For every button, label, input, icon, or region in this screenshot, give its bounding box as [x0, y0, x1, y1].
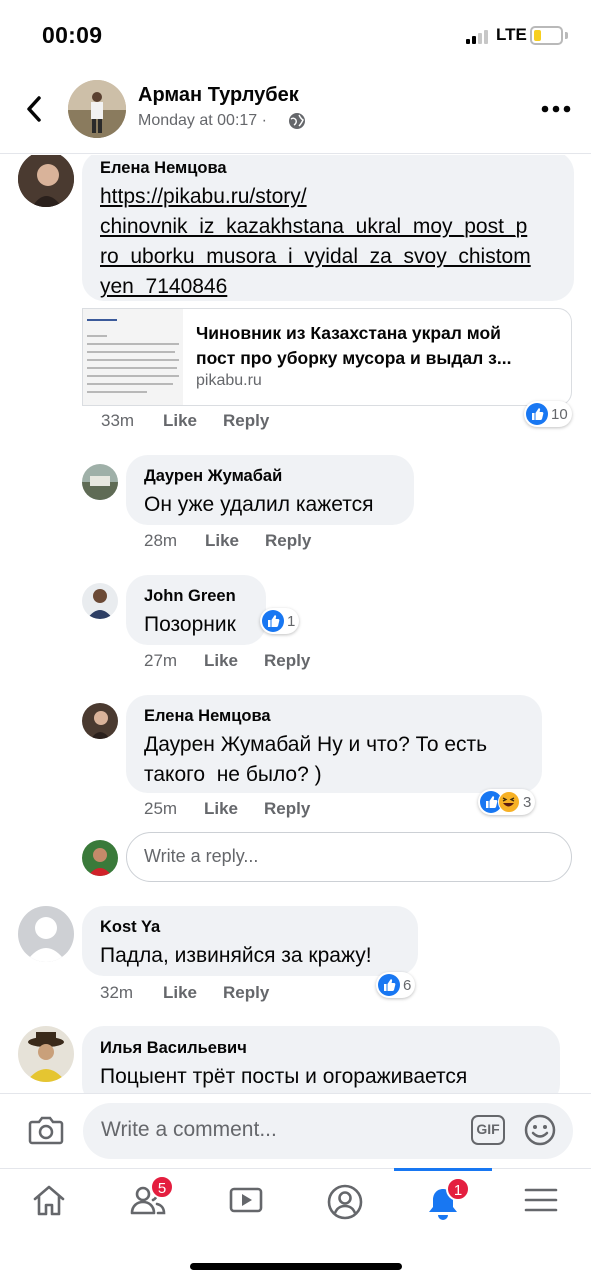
battery-icon [530, 26, 563, 45]
like-reaction-icon [378, 974, 400, 996]
comment-author[interactable]: John Green [144, 587, 236, 606]
comment-author[interactable]: Kost Ya [100, 918, 160, 937]
comments-feed[interactable]: Елена Немцова https://pikabu.ru/story/ c… [0, 155, 591, 1093]
gif-icon[interactable]: GIF [471, 1115, 505, 1145]
reaction-count: 3 [523, 793, 532, 811]
reaction-count: 6 [403, 976, 412, 994]
link-line[interactable]: ro_uborku_musora_i_vyidal_za_svoy_chisto… [100, 242, 531, 272]
my-avatar [82, 840, 118, 876]
reply-button[interactable]: Reply [223, 983, 269, 1003]
link-preview-title[interactable]: Чиновник из Казахстана украл мой пост пр… [196, 321, 564, 371]
chevron-left-icon[interactable] [20, 92, 50, 126]
like-reaction-icon [262, 610, 284, 632]
link-preview-domain: pikabu.ru [196, 372, 262, 389]
reaction-summary[interactable]: 6 [376, 972, 416, 998]
link-line[interactable]: yen_7140846 [100, 272, 531, 302]
author-name[interactable]: Арман Турлубек [138, 84, 299, 107]
tab-menu[interactable] [492, 1169, 590, 1233]
menu-icon [524, 1188, 558, 1212]
link-line[interactable]: chinovnik_iz_kazakhstana_ukral_moy_post_… [100, 212, 531, 242]
haha-reaction-icon [498, 791, 520, 813]
reaction-summary[interactable]: 1 [260, 608, 300, 634]
comment-text: Позорник [144, 613, 236, 636]
comment-text: Поцыент трёт посты и огораживается [100, 1065, 468, 1088]
comment-time: 32m [100, 983, 134, 1002]
link-line[interactable]: https://pikabu.ru/story/ [100, 182, 531, 212]
notifications-badge: 1 [446, 1177, 470, 1201]
like-button[interactable]: Like [163, 411, 197, 431]
emoji-icon[interactable] [523, 1113, 557, 1147]
reply-input[interactable]: Write a reply... [126, 832, 572, 882]
comment-input[interactable]: Write a comment... GIF [83, 1103, 573, 1159]
comment-placeholder: Write a comment... [101, 1118, 277, 1141]
reply-placeholder: Write a reply... [144, 846, 259, 866]
status-bar: 00:09 LTE [0, 0, 591, 72]
like-button[interactable]: Like [204, 651, 238, 671]
comment-composer: Write a comment... GIF [0, 1093, 591, 1168]
reply-button[interactable]: Reply [265, 531, 311, 551]
comment-text: Даурен Жумабай Ну и что? То есть такого … [144, 733, 488, 786]
home-icon [33, 1185, 65, 1216]
comment-time: 25m [144, 799, 178, 818]
author-avatar[interactable] [68, 80, 126, 138]
reaction-summary[interactable]: 3 [478, 789, 536, 815]
comment-time: 33m [101, 411, 135, 430]
profile-icon [327, 1184, 363, 1220]
bottom-tab-bar: 5 1 [0, 1168, 591, 1280]
commenter-avatar[interactable] [82, 464, 118, 500]
comment-time: 27m [144, 651, 178, 670]
reply-button[interactable]: Reply [264, 651, 310, 671]
comment-text: Он уже удалил кажется [144, 493, 374, 516]
more-horizontal-icon[interactable] [540, 102, 572, 116]
reply-button[interactable]: Reply [264, 799, 310, 819]
commenter-avatar[interactable] [82, 703, 118, 739]
commenter-avatar[interactable] [18, 1026, 74, 1082]
reaction-count: 10 [551, 405, 568, 423]
reaction-count: 1 [287, 612, 296, 630]
link-preview-thumbnail [83, 309, 183, 405]
comment-text: Падла, извиняйся за кражу! [100, 944, 372, 967]
tab-friends[interactable]: 5 [98, 1169, 196, 1233]
comment-author[interactable]: Елена Немцова [144, 707, 271, 726]
tab-notifications[interactable]: 1 [394, 1168, 492, 1232]
commenter-avatar[interactable] [82, 583, 118, 619]
link-preview-card[interactable]: Чиновник из Казахстана украл мой пост пр… [82, 308, 572, 406]
commenter-avatar[interactable] [18, 155, 74, 207]
reply-button[interactable]: Reply [223, 411, 269, 431]
tab-watch[interactable] [197, 1169, 295, 1233]
comment-author[interactable]: Даурен Жумабай [144, 467, 282, 486]
post-timestamp[interactable]: Monday at 00:17 · [138, 112, 267, 130]
status-time: 00:09 [42, 22, 103, 48]
tab-home[interactable] [0, 1169, 98, 1233]
friends-badge: 5 [150, 1175, 174, 1199]
camera-icon[interactable] [28, 1114, 64, 1146]
comment-time: 28m [144, 531, 178, 550]
post-header: Арман Турлубек Monday at 00:17 · [0, 72, 591, 154]
comment-author[interactable]: Елена Немцова [100, 159, 227, 178]
like-button[interactable]: Like [204, 799, 238, 819]
like-reaction-icon [526, 403, 548, 425]
reaction-summary[interactable]: 10 [524, 401, 572, 427]
like-button[interactable]: Like [163, 983, 197, 1003]
battery-cap [565, 32, 568, 39]
home-indicator [190, 1263, 402, 1270]
comment-link[interactable]: https://pikabu.ru/story/ chinovnik_iz_ka… [100, 182, 531, 302]
signal-icon [466, 28, 492, 44]
tab-profile[interactable] [295, 1169, 393, 1233]
globe-icon [289, 113, 305, 129]
comment-author[interactable]: Илья Васильевич [100, 1039, 247, 1058]
network-type: LTE [496, 25, 527, 44]
video-icon [229, 1187, 263, 1213]
like-button[interactable]: Like [205, 531, 239, 551]
commenter-avatar[interactable] [18, 906, 74, 962]
